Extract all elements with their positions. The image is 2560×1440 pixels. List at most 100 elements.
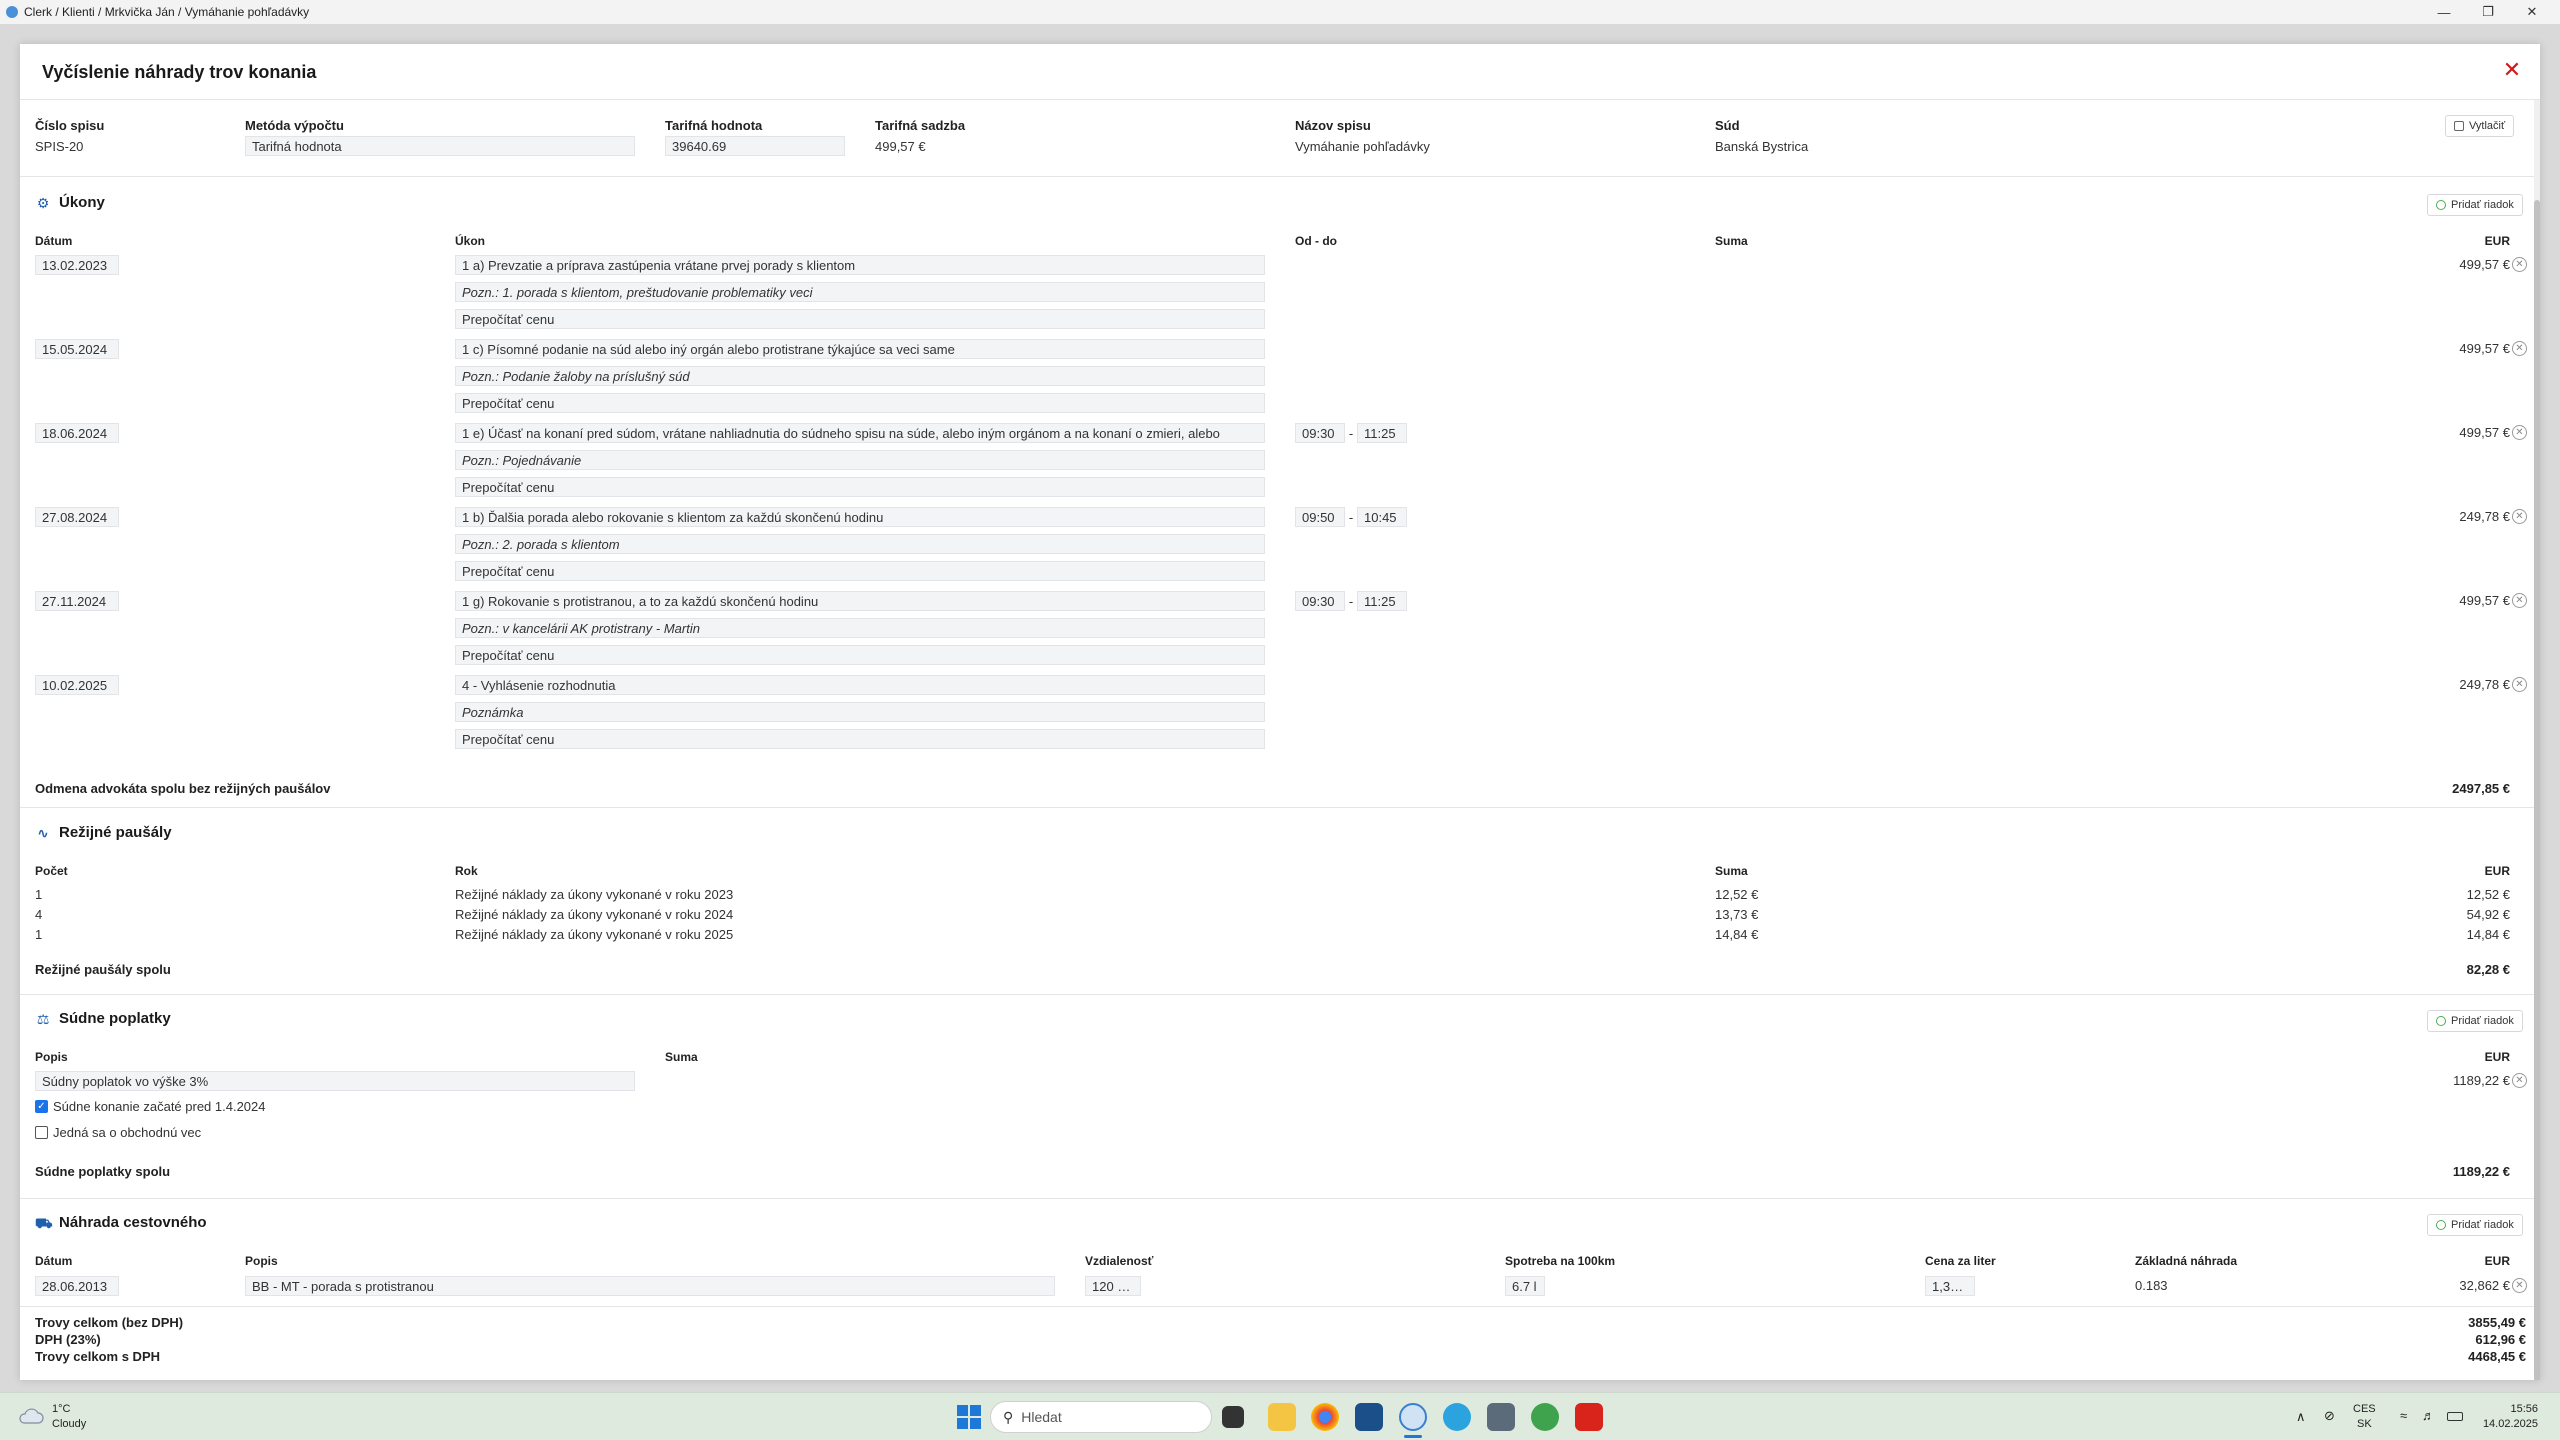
rezijne-sum: 13,73 €: [1715, 907, 1759, 922]
divider: [20, 176, 2540, 177]
tariff-value-field[interactable]: 39640.69: [665, 136, 845, 156]
close-modal-button[interactable]: ✕: [2500, 58, 2524, 82]
print-button[interactable]: Vytlačiť: [2445, 115, 2515, 137]
travel-desc-field[interactable]: BB - MT - porada s protistranou: [245, 1276, 1055, 1296]
recalculate-price-button[interactable]: Prepočítať cenu: [455, 729, 1265, 749]
ukon-act-field[interactable]: 1 g) Rokovanie s protistranou, a to za k…: [455, 591, 1265, 611]
ukon-act-field[interactable]: 1 a) Prevzatie a príprava zastúpenia vrá…: [455, 255, 1265, 275]
ukon-note-field[interactable]: Poznámka: [455, 702, 1265, 722]
weather-temp: 1°C: [52, 1403, 71, 1415]
window-titlebar: Clerk / Klienti / Mrkvička Ján / Vymáhan…: [0, 0, 2560, 24]
ukon-note-field[interactable]: Pozn.: 1. porada s klientom, preštudovan…: [455, 282, 1265, 302]
scrollbar-thumb[interactable]: [2534, 200, 2540, 1380]
recalculate-price-button[interactable]: Prepočítať cenu: [455, 393, 1265, 413]
cestovne-header-consumption: Spotreba na 100km: [1505, 1254, 1616, 1268]
sudne-add-row-button[interactable]: Pridať riadok: [2427, 1010, 2523, 1032]
clock-time[interactable]: 15:56: [2470, 1403, 2538, 1415]
recalculate-price-button[interactable]: Prepočítať cenu: [455, 309, 1265, 329]
tariff-rate-label: Tarifná sadzba: [875, 118, 966, 133]
ukon-act-field[interactable]: 1 b) Ďalšia porada alebo rokovanie s kli…: [455, 507, 1265, 527]
minimize-button[interactable]: —: [2424, 0, 2464, 24]
ukon-note-field[interactable]: Pozn.: 2. porada s klientom: [455, 534, 1265, 554]
maximize-button[interactable]: ❐: [2468, 0, 2508, 24]
recalculate-price-button[interactable]: Prepočítať cenu: [455, 477, 1265, 497]
cestovne-header-base: Základná náhrada: [2135, 1254, 2238, 1268]
ukon-note-field[interactable]: Pozn.: v kancelárii AK protistrany - Mar…: [455, 618, 1265, 638]
volume-icon[interactable]: ♬: [2422, 1408, 2435, 1423]
divider: [20, 807, 2540, 808]
clock-date[interactable]: 14.02.2025: [2470, 1418, 2538, 1430]
store-icon[interactable]: [1355, 1403, 1383, 1431]
ukony-section-title: ⚙ Úkony: [35, 194, 105, 211]
ukon-date-field[interactable]: 10.02.2025: [35, 675, 119, 695]
remove-row-icon[interactable]: ✕: [2512, 341, 2527, 356]
remove-row-icon[interactable]: ✕: [2512, 509, 2527, 524]
remove-row-icon[interactable]: ✕: [2512, 257, 2527, 272]
wifi-icon[interactable]: ≈: [2400, 1408, 2407, 1423]
chevron-up-icon[interactable]: ∧: [2296, 1409, 2306, 1425]
ukon-date-field[interactable]: 13.02.2023: [35, 255, 119, 275]
windows-start-icon[interactable]: [956, 1404, 982, 1430]
rezijne-count: 1: [35, 887, 43, 902]
remove-row-icon[interactable]: ✕: [2512, 593, 2527, 608]
travel-date-field[interactable]: 28.06.2013: [35, 1276, 119, 1296]
time-from-field[interactable]: 09:30: [1295, 591, 1345, 611]
task-view-icon[interactable]: [1222, 1406, 1244, 1428]
cestovne-add-row-button[interactable]: Pridať riadok: [2427, 1214, 2523, 1236]
scrollbar-track[interactable]: [2534, 100, 2540, 1380]
chrome-icon[interactable]: [1311, 1403, 1339, 1431]
method-field[interactable]: Tarifná hodnota: [245, 136, 635, 156]
cestovne-header-desc: Popis: [245, 1254, 278, 1268]
ukon-act-field[interactable]: 1 e) Účasť na konaní pred súdom, vrátane…: [455, 423, 1265, 443]
telegram-icon[interactable]: [1443, 1403, 1471, 1431]
printer-icon: [2454, 121, 2464, 131]
court-fee-desc-field[interactable]: Súdny poplatok vo výške 3%: [35, 1071, 635, 1091]
remove-row-icon[interactable]: ✕: [2512, 1278, 2527, 1293]
divider: [20, 994, 2540, 995]
taskbar-search[interactable]: ⚲ Hledat: [990, 1401, 1212, 1433]
time-to-field[interactable]: 10:45: [1357, 507, 1407, 527]
ukony-header-date: Dátum: [35, 234, 73, 248]
clerk-app-icon[interactable]: [1399, 1403, 1427, 1431]
time-to-field[interactable]: 11:25: [1357, 591, 1407, 611]
plus-circle-icon: [2436, 1016, 2446, 1026]
travel-consumption-field[interactable]: 6.7 l: [1505, 1276, 1545, 1296]
ukon-date-field[interactable]: 27.08.2024: [35, 507, 119, 527]
ukony-total-value: 2497,85 €: [2452, 781, 2510, 796]
file-explorer-icon[interactable]: [1268, 1403, 1296, 1431]
ukon-date-field[interactable]: 27.11.2024: [35, 591, 119, 611]
recalculate-price-button[interactable]: Prepočítať cenu: [455, 645, 1265, 665]
pdf-reader-icon[interactable]: [1575, 1403, 1603, 1431]
commercial-case-checkbox[interactable]: [35, 1126, 48, 1139]
travel-price-field[interactable]: 1,35 €: [1925, 1276, 1975, 1296]
window-close-button[interactable]: ✕: [2512, 0, 2552, 24]
globe-icon[interactable]: [1531, 1403, 1559, 1431]
travel-distance-field[interactable]: 120 km: [1085, 1276, 1141, 1296]
calculator-icon[interactable]: [1487, 1403, 1515, 1431]
taskbar: 1°C Cloudy ⚲ Hledat ∧ ⊘ CES SK ≈ ♬ 15:56…: [0, 1392, 2560, 1440]
remove-row-icon[interactable]: ✕: [2512, 1073, 2527, 1088]
rezijne-title-text: Režijné paušály: [59, 824, 172, 841]
ukon-act-field[interactable]: 1 c) Písomné podanie na súd alebo iný or…: [455, 339, 1265, 359]
ukon-date-field[interactable]: 15.05.2024: [35, 339, 119, 359]
time-from-field[interactable]: 09:30: [1295, 423, 1345, 443]
ukon-act-field[interactable]: 4 - Vyhlásenie rozhodnutia: [455, 675, 1265, 695]
recalculate-price-button[interactable]: Prepočítať cenu: [455, 561, 1265, 581]
network-off-icon[interactable]: ⊘: [2324, 1408, 2335, 1424]
time-separator: -: [1348, 510, 1354, 525]
travel-base-value: 0.183: [2135, 1278, 2168, 1293]
ukon-note-field[interactable]: Pozn.: Podanie žaloby na príslušný súd: [455, 366, 1265, 386]
ukon-note-field[interactable]: Pozn.: Pojednávanie: [455, 450, 1265, 470]
scales-icon: ⚖: [36, 1010, 50, 1027]
ukony-add-row-button[interactable]: Pridať riadok: [2427, 194, 2523, 216]
time-to-field[interactable]: 11:25: [1357, 423, 1407, 443]
rezijne-header-eur: EUR: [2484, 864, 2510, 878]
language-primary[interactable]: CES: [2353, 1403, 2376, 1415]
remove-row-icon[interactable]: ✕: [2512, 425, 2527, 440]
time-from-field[interactable]: 09:50: [1295, 507, 1345, 527]
started-before-checkbox[interactable]: ✓: [35, 1100, 48, 1113]
ukon-date-field[interactable]: 18.06.2024: [35, 423, 119, 443]
language-secondary[interactable]: SK: [2357, 1418, 2372, 1430]
battery-icon[interactable]: [2447, 1412, 2463, 1421]
remove-row-icon[interactable]: ✕: [2512, 677, 2527, 692]
